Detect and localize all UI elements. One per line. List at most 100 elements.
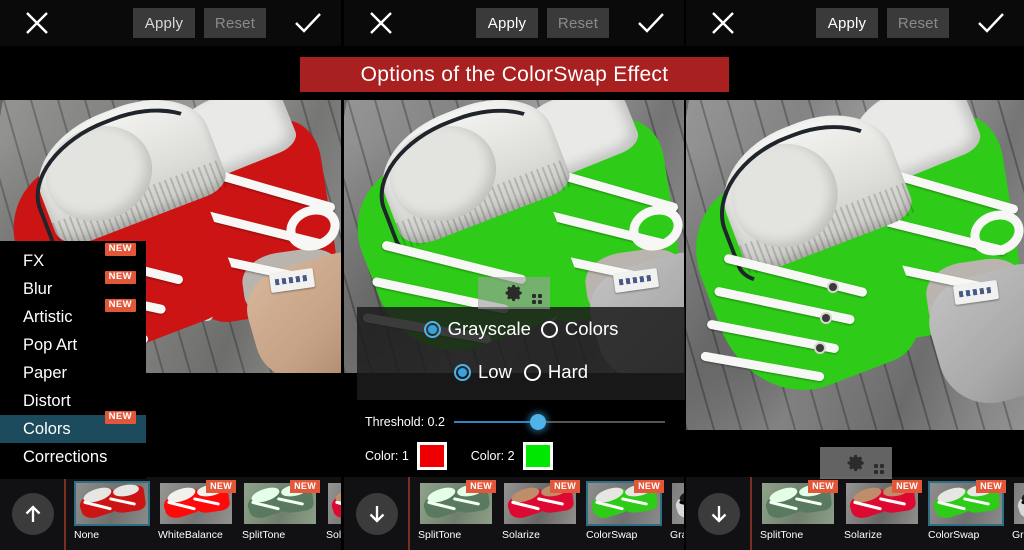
filmstrip-thumb-splittone[interactable]: NEW SplitTone — [242, 479, 320, 547]
close-button[interactable] — [0, 9, 74, 37]
apply-button[interactable]: Apply — [816, 8, 878, 38]
photo-colorswap-green-result — [686, 100, 1024, 430]
scroll-up-button[interactable] — [12, 492, 54, 535]
sidebar-item-artistic[interactable]: Artistic NEW — [0, 299, 146, 331]
reset-button[interactable]: Reset — [887, 8, 949, 38]
sidebar-item-corrections[interactable]: Corrections — [0, 443, 146, 471]
confirm-button[interactable] — [618, 10, 684, 36]
filmstrip-thumb-grayscalenega[interactable]: NEW GrayscaleNega — [670, 481, 684, 547]
color1-swatch[interactable] — [416, 442, 447, 470]
color2-label: Color: 2 — [470, 449, 515, 463]
check-icon — [295, 13, 321, 33]
sidebar-item-label: Colors — [23, 419, 71, 438]
filmstrip-thumb-solarize[interactable]: NEW Solarize — [502, 479, 580, 547]
sidebar-item-pop-art[interactable]: Pop Art — [0, 331, 146, 359]
slider-thumb[interactable] — [530, 414, 547, 430]
thumb-label: SplitTone — [760, 528, 804, 541]
sidebar-item-label: Artistic — [23, 307, 73, 326]
threshold-slider[interactable] — [453, 414, 665, 430]
toolbar-panel-1: Apply Reset — [0, 0, 341, 46]
scroll-down-button[interactable] — [356, 492, 398, 535]
confirm-button[interactable] — [958, 10, 1024, 36]
radio-grayscale[interactable]: Grayscale — [423, 318, 531, 340]
filmstrip-thumb-none[interactable]: None — [74, 480, 150, 547]
filmstrip-thumb-grayscalenega[interactable]: NEW GrayscaleNega — [1012, 481, 1024, 547]
filmstrip-panel-2[interactable]: NEW SplitTone NEW Solarize NEW ColorSwap… — [344, 477, 684, 550]
reset-button[interactable]: Reset — [547, 8, 609, 38]
apply-button[interactable]: Apply — [133, 8, 195, 38]
apply-button[interactable]: Apply — [476, 8, 538, 38]
effects-category-menu[interactable]: FX NEW Blur NEW Artistic NEW Pop Art Pap… — [0, 241, 146, 479]
color-pickers: Color: 1 Color: 2 — [365, 442, 553, 470]
filmstrip-panel-1[interactable]: None NEW WhiteBalance NEW SplitTone Sol — [0, 477, 341, 550]
color2-swatch[interactable] — [522, 442, 553, 470]
new-badge: NEW — [892, 479, 922, 493]
new-badge: NEW — [976, 479, 1006, 493]
filmstrip-thumb-solarize[interactable]: NEW Solarize — [844, 479, 922, 547]
new-badge: NEW — [206, 479, 236, 493]
check-icon — [978, 13, 1004, 33]
arrow-up-icon — [25, 504, 41, 522]
editor-panel-1: FX NEW Blur NEW Artistic NEW Pop Art Pap… — [0, 0, 341, 550]
options-gear-tab[interactable] — [478, 277, 550, 309]
filmstrip-thumb-splittone[interactable]: NEW SplitTone — [760, 479, 838, 547]
sidebar-item-label: Corrections — [23, 447, 108, 466]
filmstrip-thumb-splittone[interactable]: NEW SplitTone — [418, 479, 496, 547]
color1-label: Color: 1 — [365, 449, 409, 463]
close-icon — [370, 12, 392, 34]
app-screen: FX NEW Blur NEW Artistic NEW Pop Art Pap… — [0, 0, 1024, 550]
page-title-banner: Options of the ColorSwap Effect — [300, 57, 729, 92]
close-icon — [26, 12, 48, 34]
thumb-label: Solarize — [502, 528, 540, 541]
close-button[interactable] — [344, 9, 418, 37]
close-button[interactable] — [686, 9, 760, 37]
new-badge: NEW — [634, 479, 664, 493]
sidebar-item-paper[interactable]: Paper — [0, 359, 146, 387]
sidebar-item-colors[interactable]: Colors NEW — [0, 411, 146, 443]
threshold-label: Threshold: 0.2 — [365, 415, 445, 429]
filmstrip-thumb-colorswap[interactable]: NEW ColorSwap — [928, 479, 1006, 547]
sidebar-item-label: FX — [23, 251, 45, 270]
radio-dot-icon — [523, 363, 541, 381]
radio-dot-icon — [423, 320, 441, 338]
filmstrip-thumb-whitebalance[interactable]: NEW WhiteBalance — [158, 479, 236, 547]
close-icon — [712, 12, 734, 34]
gear-icon — [505, 284, 522, 302]
gear-icon — [847, 454, 864, 472]
colorswap-options-dialog: Grayscale Colors Low Hard — [357, 307, 685, 400]
threshold-control[interactable]: Threshold: 0.2 — [365, 412, 665, 432]
arrow-down-icon — [711, 505, 727, 523]
toolbar-panel-2: Apply Reset — [344, 0, 684, 46]
filmstrip-thumb-colorswap[interactable]: NEW ColorSwap — [586, 479, 664, 547]
new-badge: NEW — [104, 243, 136, 256]
options-gear-tab[interactable] — [820, 447, 892, 479]
thumb-label: Solarize — [326, 528, 341, 541]
new-badge: NEW — [550, 479, 580, 493]
thumb-label: SplitTone — [418, 528, 462, 541]
thumb-label: ColorSwap — [586, 528, 638, 541]
radio-low[interactable]: Low — [453, 361, 512, 383]
confirm-button[interactable] — [275, 10, 341, 36]
filmstrip-panel-3[interactable]: NEW SplitTone NEW Solarize NEW ColorSwap… — [686, 477, 1024, 550]
new-badge: NEW — [104, 411, 136, 424]
radio-hard[interactable]: Hard — [523, 361, 588, 383]
sidebar-item-label: Pop Art — [23, 335, 78, 354]
arrow-down-icon — [369, 505, 385, 523]
filmstrip-thumb-solarize[interactable]: NEW Solarize — [326, 481, 341, 547]
sidebar-item-label: Blur — [23, 279, 53, 298]
radio-dot-icon — [453, 363, 471, 381]
mode-radio-group[interactable]: Grayscale Colors — [357, 307, 685, 351]
reset-button[interactable]: Reset — [204, 8, 266, 38]
scroll-down-button[interactable] — [698, 492, 740, 535]
check-icon — [638, 13, 664, 33]
toolbar-panel-3: Apply Reset — [686, 0, 1024, 46]
radio-colors[interactable]: Colors — [540, 318, 618, 340]
thumb-label: Solarize — [844, 528, 882, 541]
radio-label: Low — [477, 361, 512, 382]
new-badge: NEW — [466, 479, 496, 493]
strength-radio-group[interactable]: Low Hard — [357, 351, 685, 393]
thumb-label: None — [74, 528, 100, 541]
resize-dots-icon — [532, 294, 542, 304]
new-badge: NEW — [104, 271, 136, 284]
new-badge: NEW — [290, 479, 320, 493]
